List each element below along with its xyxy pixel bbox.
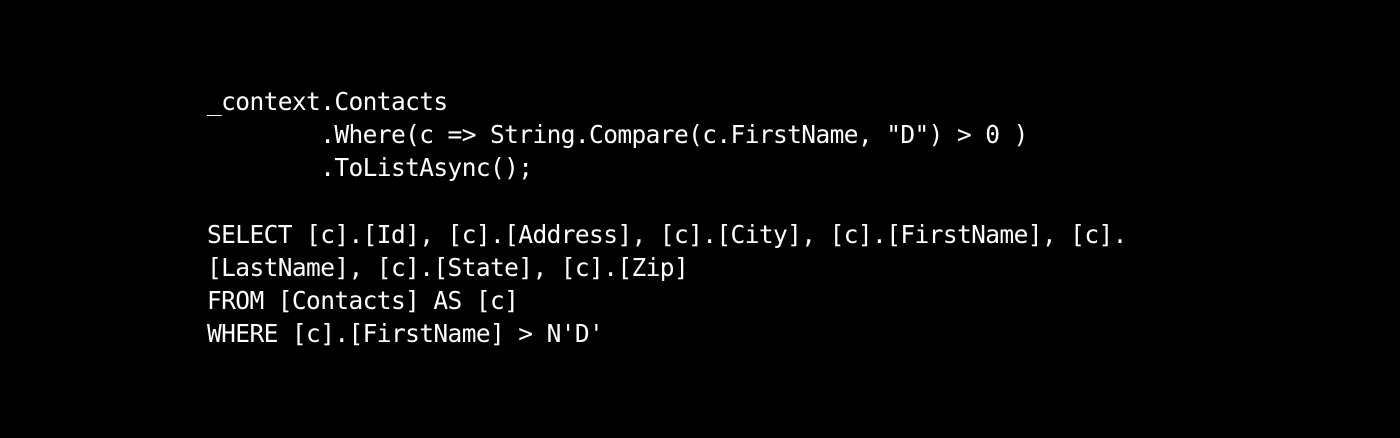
linq-line: .ToListAsync(); — [207, 153, 533, 183]
sql-line: [LastName], [c].[State], [c].[Zip] — [207, 252, 689, 282]
sql-line: WHERE [c].[FirstName] > N'D' — [207, 319, 604, 349]
linq-query-block: _context.Contacts .Where(c => String.Com… — [207, 85, 1320, 185]
linq-line: .Where(c => String.Compare(c.FirstName, … — [207, 120, 1028, 150]
sql-line: SELECT [c].[Id], [c].[Address], [c].[Cit… — [207, 219, 1127, 249]
sql-line: FROM [Contacts] AS [c] — [207, 286, 519, 316]
linq-line: _context.Contacts — [207, 87, 448, 116]
code-panel: _context.Contacts .Where(c => String.Com… — [207, 85, 1320, 351]
sql-query-block: SELECT [c].[Id], [c].[Address], [c].[Cit… — [207, 218, 1320, 351]
